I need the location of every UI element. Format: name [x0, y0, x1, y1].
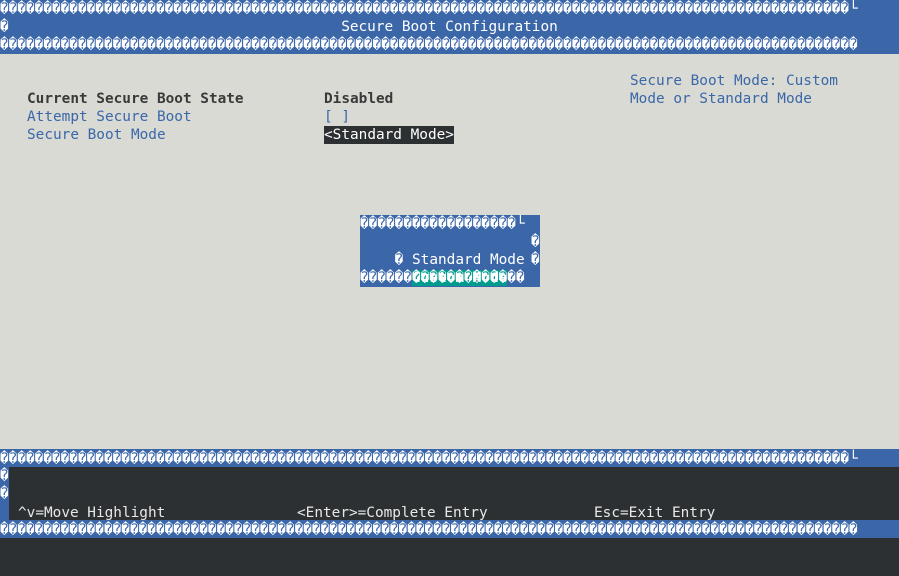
popup-right-edge-2: �	[531, 252, 540, 268]
bottom-status-area	[0, 538, 899, 576]
setting-value-current-state: Disabled	[324, 91, 394, 107]
header-border-top: ����������������������������������������…	[0, 1, 858, 17]
popup-right-edge-1: �	[531, 234, 540, 250]
footer-border-top: ����������������������������������������…	[0, 451, 858, 467]
setting-label-current-state: Current Secure Boot State	[27, 91, 244, 107]
footer-left-edge-2: �	[0, 486, 9, 502]
footer-left-edge-1: �	[0, 468, 9, 484]
popup-border-bottom: �������������������	[360, 270, 525, 286]
secure-boot-mode-select[interactable]: <Standard Mode>	[324, 126, 454, 144]
setting-label-attempt-secure-boot[interactable]: Attempt Secure Boot	[27, 108, 192, 126]
setting-label-secure-boot-mode[interactable]: Secure Boot Mode	[27, 126, 166, 144]
footer-border-bottom: ����������������������������������������…	[0, 522, 858, 538]
help-text-line-2: Mode or Standard Mode	[630, 91, 812, 107]
popup-border-top: ������������������└	[360, 216, 525, 232]
page-title: Secure Boot Configuration	[341, 19, 558, 35]
help-text-line-1: Secure Boot Mode: Custom	[630, 73, 838, 89]
mode-popup: ������������������└ � Standard Mode � Cu…	[360, 215, 540, 287]
header-border-bottom: ����������������������������������������…	[0, 37, 858, 53]
attempt-secure-boot-checkbox[interactable]: [ ]	[324, 108, 350, 126]
